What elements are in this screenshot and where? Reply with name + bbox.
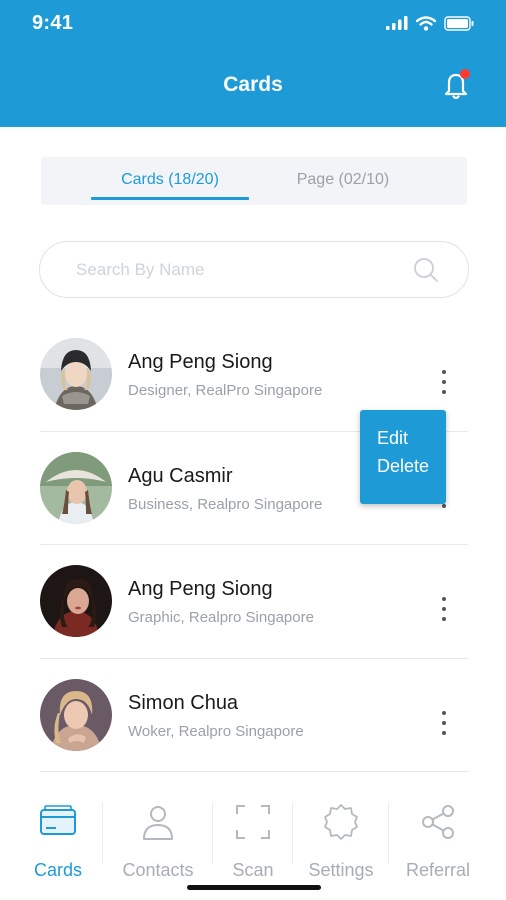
card-name: Simon Chua [128,691,239,714]
avatar [40,565,112,637]
more-options-icon[interactable] [436,710,452,735]
card-role: Woker, Realpro Singapore [128,722,304,740]
home-indicator [187,885,321,890]
signal-icon [386,16,408,30]
status-icons [386,14,474,32]
avatar [40,678,112,751]
card-name: Ang Peng Siong [128,578,273,600]
nav-label: Settings [308,860,374,880]
more-options-icon[interactable] [436,597,452,621]
nav-divider [102,802,103,864]
status-time: 9:41 [32,12,74,34]
tab-page[interactable]: Page (02/10) [263,171,423,189]
battery-icon [444,15,474,31]
nav-label: Scan [232,860,274,880]
nav-cards[interactable]: Cards [18,802,98,882]
share-icon [422,805,454,839]
card-role: Business, Realpro Singapore [128,495,323,513]
page-title: Cards [223,73,283,96]
card-options-menu: Edit Delete [360,410,446,504]
cards-icon [40,805,76,835]
active-tab-indicator [91,197,249,200]
nav-scan[interactable]: Scan [218,802,288,882]
card-role: Designer, RealPro Singapore [128,382,323,399]
nav-divider [388,802,389,864]
nav-label: Contacts [122,860,194,880]
gear-icon [324,804,358,840]
cards-list: Ang Peng Siong Designer, RealPro Singapo… [40,318,468,772]
delete-menu-item[interactable]: Delete [377,455,446,483]
nav-label: Referral [405,860,471,880]
person-icon [143,806,173,840]
search-icon[interactable] [412,256,440,284]
card-name: Agu Casmir [128,464,233,487]
nav-settings[interactable]: Settings [300,802,382,882]
notification-bell-icon[interactable] [440,68,474,102]
app-header: 9:41 Cards [0,0,506,127]
search-input[interactable] [76,258,406,282]
card-row[interactable]: Simon Chua Woker, Realpro Singapore [40,659,468,772]
nav-divider [292,802,293,864]
bottom-nav: Cards Contacts Scan Settings Referral [0,792,506,900]
search-bar [39,241,469,298]
nav-contacts[interactable]: Contacts [112,802,204,882]
more-options-icon[interactable] [436,370,452,394]
card-name: Ang Peng Siong [128,351,273,373]
card-row[interactable]: Ang Peng Siong Graphic, Realpro Singapor… [40,545,468,659]
avatar [40,338,112,410]
card-role: Graphic, Realpro Singapore [128,609,314,626]
nav-referral[interactable]: Referral [398,802,478,882]
tab-cards[interactable]: Cards (18/20) [91,171,249,189]
nav-label: Cards [33,860,82,880]
edit-menu-item[interactable]: Edit [377,427,446,455]
notification-dot [460,69,470,79]
avatar [40,451,112,524]
wifi-icon [416,15,436,31]
nav-divider [212,802,213,864]
scan-icon [236,805,270,839]
